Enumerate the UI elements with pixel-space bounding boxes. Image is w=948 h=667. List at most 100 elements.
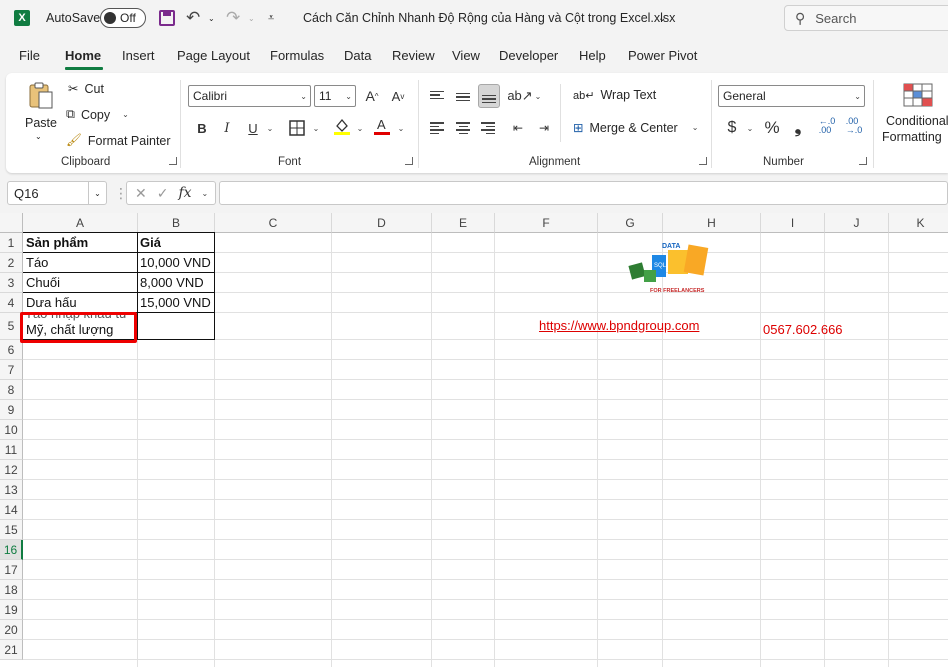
font-name-select[interactable]: Calibri ⌄ [188,85,311,107]
formula-input[interactable] [219,181,948,205]
cell-a3[interactable]: Chuối [24,273,137,292]
row-header-3[interactable]: 3 [0,273,23,293]
tab-help[interactable]: Help [579,48,606,63]
tab-developer[interactable]: Developer [499,48,558,63]
row-header-20[interactable]: 20 [0,620,23,640]
tab-review[interactable]: Review [392,48,435,63]
save-icon[interactable] [159,0,175,36]
conditional-formatting-label-1[interactable]: Conditional [886,114,948,128]
decrease-font-size-icon[interactable]: Av [388,86,408,106]
font-color-dropdown-icon[interactable]: ⌄ [391,118,411,138]
fx-dropdown-icon[interactable]: ⌄ [202,189,209,198]
row-header-11[interactable]: 11 [0,440,23,460]
row-header-16[interactable]: 16 [0,540,23,560]
row-header-18[interactable]: 18 [0,580,23,600]
cut-button[interactable]: ✂ Cut [68,81,104,97]
align-center-icon[interactable] [453,118,473,138]
title-dropdown-icon[interactable]: ⌄ [658,0,666,36]
alignment-launcher-icon[interactable] [699,157,707,165]
align-right-icon[interactable] [478,118,498,138]
font-launcher-icon[interactable] [405,157,413,165]
cell-a4[interactable]: Dưa hấu [24,293,137,312]
column-header-i[interactable]: I [761,213,825,233]
tab-file[interactable]: File [19,48,40,63]
fill-color-dropdown-icon[interactable]: ⌄ [350,118,370,138]
conditional-formatting-label-2[interactable]: Formatting⌄ [882,130,948,144]
cancel-icon[interactable]: ✕ [135,185,147,202]
tab-formulas[interactable]: Formulas [270,48,324,63]
column-header-h[interactable]: H [663,213,761,233]
column-header-c[interactable]: C [215,213,332,233]
paste-icon[interactable] [27,81,55,111]
cell-b4[interactable]: 15,000 VND [138,293,214,312]
tab-power-pivot[interactable]: Power Pivot [628,48,697,63]
borders-icon[interactable] [287,118,307,138]
column-header-b[interactable]: B [138,213,215,233]
row-header-10[interactable]: 10 [0,420,23,440]
cell-b3[interactable]: 8,000 VND [138,273,214,292]
name-box[interactable]: Q16 ⌄ [7,181,107,205]
row-header-14[interactable]: 14 [0,500,23,520]
font-color-icon[interactable]: A [372,116,392,136]
increase-indent-icon[interactable]: ⇥ [534,118,554,138]
cell-b1[interactable]: Giá [138,233,214,252]
top-align-icon[interactable] [427,85,447,105]
column-header-g[interactable]: G [598,213,663,233]
cell-a1[interactable]: Sản phẩm [24,233,137,252]
row-header-7[interactable]: 7 [0,360,23,380]
undo-dropdown-icon[interactable]: ⌄ [208,0,215,36]
align-left-icon[interactable] [427,118,447,138]
redo-icon[interactable]: ↷ [226,0,240,36]
bold-button[interactable]: B [192,118,212,138]
column-header-a[interactable]: A [23,213,138,233]
decrease-decimal-icon[interactable]: .00 →.0 [842,116,866,136]
paste-button[interactable]: Paste [25,116,57,130]
currency-button[interactable]: $ [722,118,742,138]
currency-dropdown-icon[interactable]: ⌄ [740,118,760,138]
format-painter-button[interactable]: 🖌 Format Painter [66,133,171,148]
merge-center-button[interactable]: ⊞ Merge & Center ⌄ [573,120,698,136]
number-format-select[interactable]: General ⌄ [718,85,865,107]
cell-a2[interactable]: Táo [24,253,137,272]
row-header-6[interactable]: 6 [0,340,23,360]
paste-dropdown-icon[interactable]: ⌄ [35,132,42,141]
autosave-toggle[interactable]: Off [100,0,146,36]
row-header-2[interactable]: 2 [0,253,23,273]
enter-icon[interactable]: ✓ [157,185,169,202]
underline-dropdown-icon[interactable]: ⌄ [260,118,280,138]
wrap-text-button[interactable]: ab↵ Wrap Text [573,88,656,102]
tab-data[interactable]: Data [344,48,371,63]
font-size-select[interactable]: 11 ⌄ [314,85,356,107]
tab-view[interactable]: View [452,48,480,63]
row-header-9[interactable]: 9 [0,400,23,420]
column-header-k[interactable]: K [889,213,948,233]
select-all-corner[interactable] [0,213,23,233]
increase-font-size-icon[interactable]: A ^ [362,86,382,106]
middle-align-icon[interactable] [453,87,473,107]
tab-home[interactable]: Home [65,48,101,63]
undo-icon[interactable]: ↶ [186,0,200,36]
row-header-15[interactable]: 15 [0,520,23,540]
redo-dropdown-icon[interactable]: ⌄ [248,0,255,36]
column-header-f[interactable]: F [495,213,598,233]
customize-qat-icon[interactable]: ⩡ [268,0,274,36]
decrease-indent-icon[interactable]: ⇤ [508,118,528,138]
row-header-13[interactable]: 13 [0,480,23,500]
column-header-j[interactable]: J [825,213,889,233]
comma-style-button[interactable]: ❟ [788,118,808,138]
clipboard-launcher-icon[interactable] [169,157,177,165]
website-link[interactable]: https://www.bpndgroup.com [539,318,699,333]
row-header-21[interactable]: 21 [0,640,23,660]
increase-decimal-icon[interactable]: ←.0 .00 [815,116,839,136]
row-header-17[interactable]: 17 [0,560,23,580]
row-header-1[interactable]: 1 [0,233,23,253]
borders-dropdown-icon[interactable]: ⌄ [306,118,326,138]
insert-function-icon[interactable]: fx [178,185,191,201]
orientation-dropdown-icon[interactable]: ⌄ [528,86,548,106]
percent-button[interactable]: % [762,118,782,138]
fill-color-icon[interactable] [332,116,352,136]
column-header-e[interactable]: E [432,213,495,233]
name-box-dropdown-icon[interactable]: ⌄ [88,182,106,204]
copy-button[interactable]: ⧉ Copy ⌄ [66,107,129,122]
tab-page-layout[interactable]: Page Layout [177,48,250,63]
